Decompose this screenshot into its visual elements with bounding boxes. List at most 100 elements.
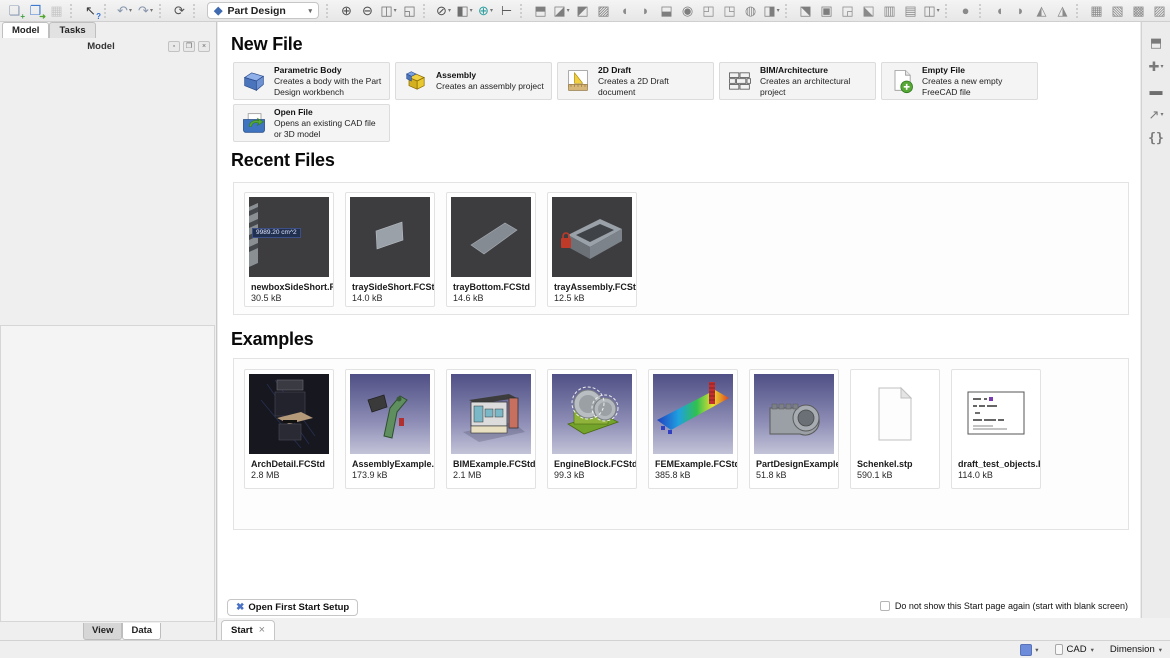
open-first-start-setup-button[interactable]: ✖ Open First Start Setup	[227, 599, 359, 616]
dont-show-row: Do not show this Start page again (start…	[879, 601, 1128, 611]
edit-sketch-icon[interactable]: ◩	[572, 2, 593, 20]
thickness-icon[interactable]: ◮	[1052, 2, 1073, 20]
tab-view[interactable]: View	[83, 623, 123, 640]
whats-this-icon[interactable]: ↖?	[80, 2, 101, 20]
boolean-icon[interactable]: ●	[955, 2, 976, 20]
example-file-card[interactable]: ArchDetail.FCStd 2.8 MB	[244, 369, 334, 489]
new-2d-draft-card[interactable]: 2D Draft Creates a 2D Draft document	[557, 62, 714, 100]
detach-panel-icon[interactable]: ❐	[183, 40, 195, 52]
new-parametric-body-card[interactable]: Parametric Body Creates a body with the …	[233, 62, 390, 100]
thumbnail-schenkel	[855, 374, 935, 454]
subtractive-pipe-icon[interactable]: ▥	[879, 2, 900, 20]
example-file-card[interactable]: PartDesignExample.... 51.8 kB	[749, 369, 839, 489]
dont-show-checkbox[interactable]	[879, 601, 890, 611]
tab-model[interactable]: Model	[2, 22, 50, 38]
additive-pipe-icon[interactable]: ◳	[719, 2, 740, 20]
example-file-card[interactable]: AssemblyExample.F... 173.9 kB	[345, 369, 435, 489]
card-title: BIM/Architecture	[760, 65, 829, 76]
draw-style-icon[interactable]: ⊘ ▾	[433, 2, 454, 20]
group-icon[interactable]: ▬	[1146, 81, 1167, 99]
file-size: 173.9 kB	[352, 470, 388, 480]
link-actions-icon[interactable]: ↗ ▾	[1146, 105, 1167, 123]
pocket-icon[interactable]: ⬔	[795, 2, 816, 20]
first-start-button-label: Open First Start Setup	[248, 602, 350, 613]
tab-tasks[interactable]: Tasks	[49, 22, 96, 38]
tab-start-page[interactable]: Start ×	[221, 620, 276, 640]
tab-data[interactable]: Data	[122, 623, 162, 640]
recent-file-card[interactable]: 9989.20 cm^2 newboxSideShort.FC... 30.5 …	[244, 192, 334, 307]
recent-file-card[interactable]: trayBottom.FCStd 14.6 kB	[446, 192, 536, 307]
validate-sketch-icon[interactable]: ▨	[593, 2, 614, 20]
clone-icon[interactable]: ◗	[635, 2, 656, 20]
groove-icon[interactable]: ◲	[837, 2, 858, 20]
close-panel-icon[interactable]: ×	[198, 40, 210, 52]
workbench-selector[interactable]: ◆ Part Design ▾	[207, 2, 319, 19]
create-body-icon[interactable]: ⬒	[530, 2, 551, 20]
open-file-card[interactable]: Open File Opens an existing CAD file or …	[233, 104, 390, 142]
toolbar-separator	[520, 3, 527, 18]
new-bim-card[interactable]: BIM/Architecture Creates an architectura…	[719, 62, 876, 100]
refresh-icon[interactable]: ⟳	[169, 2, 190, 20]
datum-tools-icon[interactable]: ✚ ▾	[1146, 57, 1167, 75]
close-tab-icon[interactable]: ×	[259, 625, 265, 636]
undo-icon[interactable]: ↶ ▾	[114, 2, 135, 20]
additive-helix-icon[interactable]: ◍	[740, 2, 761, 20]
recent-file-card[interactable]: traySideShort.FCStd 14.0 kB	[345, 192, 435, 307]
pad-icon[interactable]: ⬓	[656, 2, 677, 20]
measure-icon[interactable]: ⊢	[496, 2, 517, 20]
std-views-icon[interactable]: ◧ ▾	[454, 2, 475, 20]
toolbar-separator	[945, 3, 952, 18]
open-file-icon[interactable]: ❐ ➜	[25, 2, 46, 20]
additive-primitive-icon[interactable]: ◨ ▾	[761, 2, 782, 20]
subtractive-primitive-icon[interactable]: ◫ ▾	[921, 2, 942, 20]
shape-binder-icon[interactable]: ◖	[614, 2, 635, 20]
zoom-in-icon[interactable]: ⊕	[336, 2, 357, 20]
file-size: 30.5 kB	[251, 293, 282, 303]
right-toolbar: ⬒ ✚ ▾ ▬ ↗ ▾ {}	[1141, 22, 1170, 640]
example-file-card[interactable]: draft_test_objects.F... 114.0 kB	[951, 369, 1041, 489]
recent-files-box: 9989.20 cm^2 newboxSideShort.FC... 30.5 …	[233, 182, 1129, 315]
open-file-icon	[240, 109, 268, 137]
float-panel-icon[interactable]: ▫	[168, 40, 180, 52]
recent-file-card[interactable]: trayAssembly.FCStd 12.5 kB	[547, 192, 637, 307]
zoom-out-icon[interactable]: ⊖	[357, 2, 378, 20]
hole-icon[interactable]: ▣	[816, 2, 837, 20]
create-sketch-icon[interactable]: ◪ ▾	[551, 2, 572, 20]
chamfer-icon[interactable]: ◗	[1010, 2, 1031, 20]
zoom-tools-icon[interactable]: ⊕ ▾	[475, 2, 496, 20]
additive-loft-icon[interactable]: ◰	[698, 2, 719, 20]
new-file-icon[interactable]: ❏ +	[4, 2, 25, 20]
fit-selection-icon[interactable]: ◱	[399, 2, 420, 20]
revolution-icon[interactable]: ◉	[677, 2, 698, 20]
linear-pattern-icon[interactable]: ▧	[1107, 2, 1128, 20]
tab-label: Start	[231, 625, 253, 636]
model-tree-panel: Model Tasks Model ▫ ❐ × View Data	[0, 22, 217, 640]
redo-icon[interactable]: ↷ ▾	[135, 2, 156, 20]
mirrored-icon[interactable]: ▦	[1086, 2, 1107, 20]
fillet-icon[interactable]: ◖	[989, 2, 1010, 20]
panel-tabs: Model Tasks	[2, 22, 96, 38]
new-assembly-card[interactable]: Assembly Creates an assembly project	[395, 62, 552, 100]
example-file-card[interactable]: FEMExample.FCStd 385.8 kB	[648, 369, 738, 489]
subtractive-loft-icon[interactable]: ⬕	[858, 2, 879, 20]
draft-angle-icon[interactable]: ◭	[1031, 2, 1052, 20]
example-file-card[interactable]: BIMExample.FCStd 2.1 MB	[446, 369, 536, 489]
multi-transform-icon[interactable]: ▨	[1149, 2, 1170, 20]
file-size: 51.8 kB	[756, 470, 787, 480]
card-description: Creates a new empty FreeCAD file	[922, 76, 1003, 97]
example-file-card[interactable]: EngineBlock.FCStd 99.3 kB	[547, 369, 637, 489]
expression-icon[interactable]: {}	[1146, 129, 1167, 147]
new-empty-file-card[interactable]: Empty File Creates a new empty FreeCAD f…	[881, 62, 1038, 100]
navigation-style-icon	[1054, 644, 1063, 655]
example-file-card[interactable]: Schenkel.stp 590.1 kB	[850, 369, 940, 489]
file-name: Schenkel.stp	[857, 459, 913, 469]
dimension-selector[interactable]: Dimension ▾	[1110, 644, 1162, 655]
navigation-style-selector[interactable]: CAD ▾	[1054, 644, 1094, 655]
subtractive-helix-icon[interactable]: ▤	[900, 2, 921, 20]
property-editor[interactable]	[0, 325, 215, 622]
color-selector[interactable]: ▾	[1020, 643, 1039, 656]
part-workbench-icon[interactable]: ⬒	[1146, 33, 1167, 51]
file-name: PartDesignExample....	[756, 459, 838, 469]
view-cube-icon[interactable]: ◫ ▾	[378, 2, 399, 20]
polar-pattern-icon[interactable]: ▩	[1128, 2, 1149, 20]
